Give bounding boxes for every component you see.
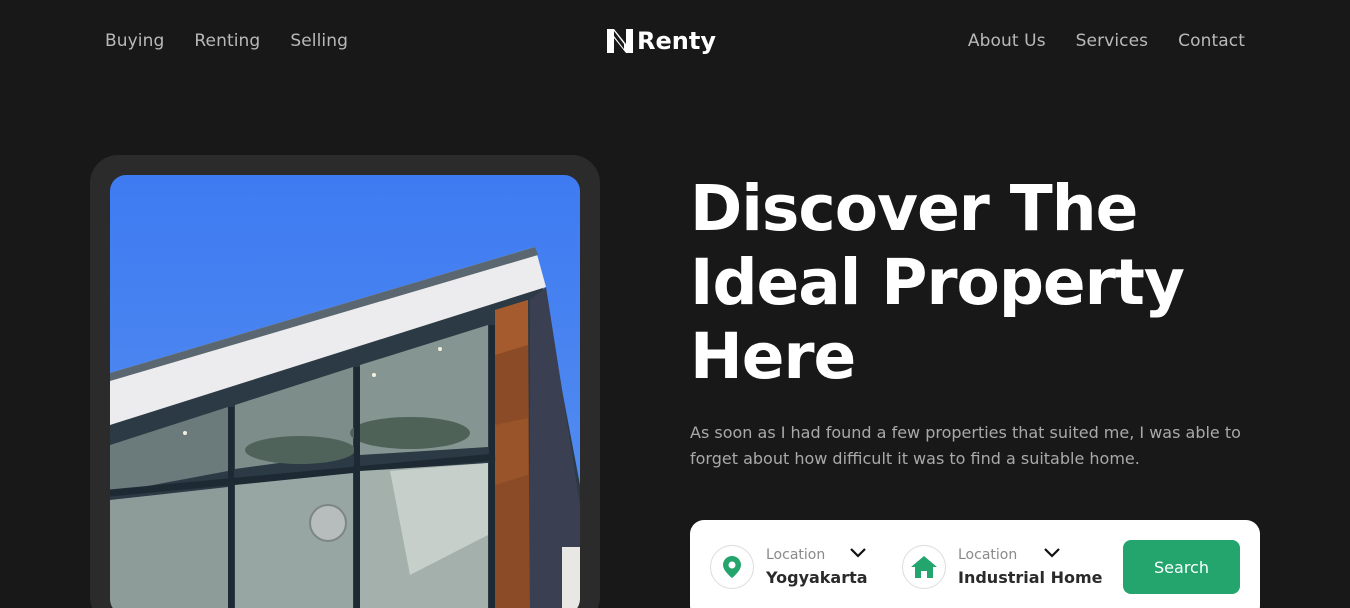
search-button[interactable]: Search — [1123, 540, 1240, 594]
type-label: Location — [958, 547, 1018, 563]
property-search-card: Location Yogyakarta Location Industrial … — [690, 520, 1260, 608]
location-selector[interactable]: Location Yogyakarta — [710, 542, 868, 592]
chevron-down-icon[interactable] — [850, 548, 866, 558]
type-value: Industrial Home — [958, 568, 1103, 587]
property-type-selector[interactable]: Location Industrial Home — [902, 542, 1103, 592]
hero-title-line-2: Ideal Property — [690, 246, 1185, 319]
logo-mark-icon — [607, 29, 633, 53]
home-icon-circle — [902, 545, 946, 589]
location-icon-circle — [710, 545, 754, 589]
hero-title-line-1: Discover The — [690, 172, 1138, 245]
nav-link-about-us[interactable]: About Us — [968, 31, 1046, 51]
nav-link-contact[interactable]: Contact — [1178, 31, 1245, 51]
hero-subtitle: As soon as I had found a few properties … — [690, 423, 1241, 468]
nav-right-links: About Us Services Contact — [968, 31, 1245, 51]
hero-house-image — [110, 175, 580, 608]
brand-name: Renty — [637, 27, 716, 55]
nav-link-renting[interactable]: Renting — [194, 31, 260, 51]
chevron-down-icon[interactable] — [1044, 548, 1060, 558]
nav-link-services[interactable]: Services — [1076, 31, 1149, 51]
top-navigation: Buying Renting Selling Renty About Us Se… — [0, 0, 1350, 84]
brand-logo[interactable]: Renty — [606, 27, 716, 55]
type-field-text: Location Industrial Home — [958, 547, 1103, 587]
location-pin-icon — [723, 556, 741, 578]
nav-link-selling[interactable]: Selling — [290, 31, 348, 51]
home-icon — [911, 556, 937, 578]
nav-link-buying[interactable]: Buying — [105, 31, 164, 51]
hero-title-line-3: Here — [690, 320, 856, 393]
modern-house-illustration — [110, 247, 580, 608]
nav-left-links: Buying Renting Selling — [105, 31, 348, 51]
location-value: Yogyakarta — [766, 568, 868, 587]
hero-title: Discover The Ideal Property Here — [690, 172, 1250, 394]
